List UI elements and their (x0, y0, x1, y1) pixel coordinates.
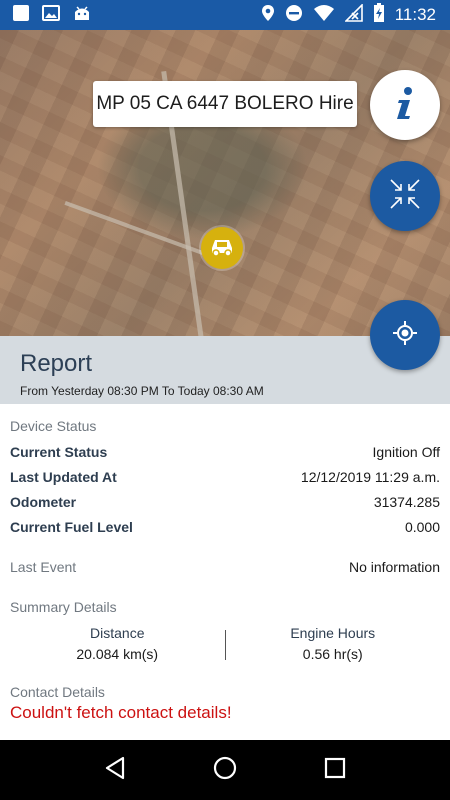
home-button[interactable] (213, 756, 237, 785)
odometer-label: Odometer (10, 494, 77, 510)
battery-icon (373, 2, 385, 28)
square-icon (12, 4, 30, 27)
my-location-button[interactable] (370, 300, 440, 370)
status-time: 11:32 (394, 5, 436, 24)
status-label: Current Status (10, 444, 108, 460)
vehicle-title[interactable]: MP 05 CA 6447 BOLERO Hire (93, 81, 357, 127)
wifi-icon (313, 4, 335, 27)
back-button[interactable] (104, 756, 126, 785)
vehicle-marker[interactable] (201, 227, 243, 269)
summary-stats: Distance 20.084 km(s) Engine Hours 0.56 … (10, 625, 440, 662)
fuel-level-row: Current Fuel Level 0.000 (10, 519, 440, 535)
report-range: From Yesterday 08:30 PM To Today 08:30 A… (20, 384, 264, 398)
last-event-value: No information (348, 559, 440, 575)
status-row: Current Status Ignition Off (10, 444, 440, 460)
last-event-label: Last Event (10, 559, 77, 575)
status-value: Ignition Off (372, 444, 440, 460)
distance-label: Distance (90, 625, 145, 641)
odometer-value: 31374.285 (373, 494, 440, 510)
recents-button[interactable] (324, 757, 346, 784)
signal-icon (343, 2, 363, 27)
last-updated-row: Last Updated At 12/12/2019 11:29 a.m. (10, 469, 440, 485)
report-title: Report (20, 350, 93, 377)
do-not-disturb-icon (285, 4, 303, 27)
android-icon (72, 4, 92, 27)
engine-hours-stat: Engine Hours 0.56 hr(s) (226, 625, 441, 662)
info-icon (390, 86, 420, 125)
distance-stat: Distance 20.084 km(s) (10, 625, 225, 662)
my-location-icon (391, 319, 419, 352)
location-icon (261, 4, 275, 27)
fuel-level-label: Current Fuel Level (10, 519, 133, 535)
odometer-row: Odometer 31374.285 (10, 494, 440, 510)
image-icon (42, 4, 60, 27)
recents-icon (325, 757, 346, 778)
last-updated-label: Last Updated At (10, 469, 117, 485)
info-button[interactable] (370, 70, 440, 140)
summary-title: Summary Details (10, 599, 117, 615)
map-view[interactable]: MP 05 CA 6447 BOLERO Hire (0, 30, 450, 336)
contact-title: Contact Details (10, 684, 105, 700)
distance-value: 20.084 km(s) (76, 646, 159, 662)
back-icon (105, 756, 124, 779)
collapse-arrows-icon (388, 177, 422, 216)
car-icon (208, 234, 236, 263)
status-bar: 11:32 (0, 0, 450, 30)
home-icon (213, 756, 237, 779)
contact-error: Couldn't fetch contact details! (10, 703, 232, 722)
engine-hours-value: 0.56 hr(s) (302, 646, 363, 662)
fuel-level-value: 0.000 (404, 519, 440, 535)
details-panel: Device Status Current Status Ignition Of… (10, 404, 440, 723)
engine-hours-label: Engine Hours (290, 625, 376, 641)
collapse-map-button[interactable] (370, 161, 440, 231)
last-event-row: Last Event No information (10, 559, 440, 575)
navigation-bar (0, 740, 450, 800)
last-updated-value: 12/12/2019 11:29 a.m. (300, 469, 440, 485)
device-status-title: Device Status (10, 418, 97, 434)
